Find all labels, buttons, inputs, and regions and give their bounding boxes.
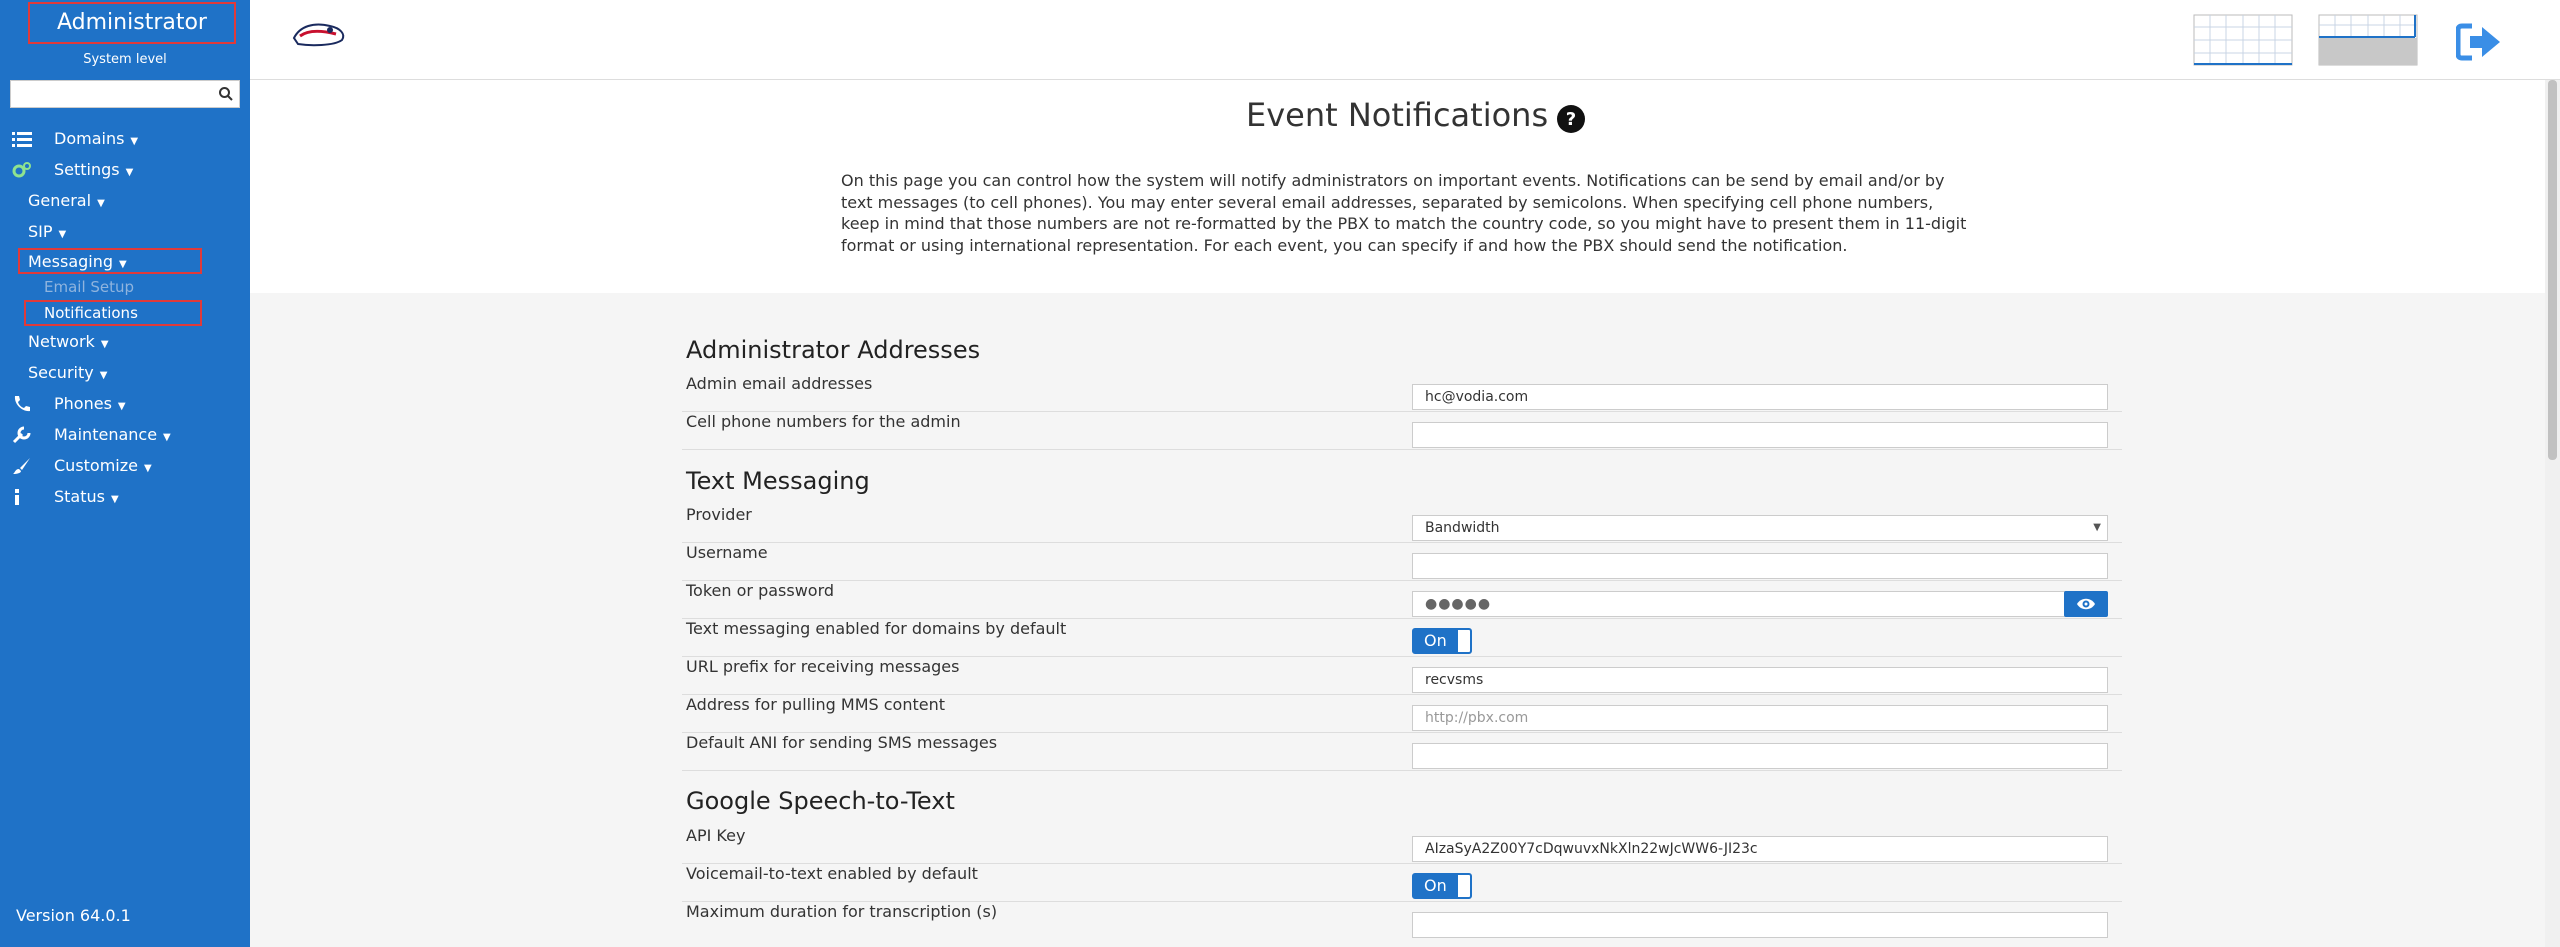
sidebar-item-customize[interactable]: Customize ▼	[0, 453, 250, 479]
page-description: On this page you can control how the sys…	[841, 171, 1967, 255]
token-input[interactable]: ●●●●●	[1412, 591, 2066, 617]
svg-text:?: ?	[1566, 109, 1576, 130]
provider-select[interactable]: Bandwidth ▼	[1412, 515, 2108, 541]
field-label: Token or password	[686, 581, 835, 600]
version-label: Version 64.0.1	[16, 906, 131, 925]
phone-icon	[14, 396, 30, 412]
gears-icon	[12, 162, 31, 178]
sidebar: Administrator System level Domains ▼ Sett…	[0, 0, 250, 947]
mms-address-row: Address for pulling MMS content http://p…	[682, 695, 2122, 733]
search-icon[interactable]	[218, 86, 234, 102]
section-title-speech: Google Speech-to-Text	[686, 787, 955, 815]
sidebar-item-label: Maintenance	[54, 425, 158, 444]
api-key-row: API Key AIzaSyA2Z00Y7cDqwuvxNkXln22wJcWW…	[682, 826, 2122, 864]
brush-icon	[13, 458, 30, 474]
eye-icon	[2077, 598, 2095, 610]
api-key-input[interactable]: AIzaSyA2Z00Y7cDqwuvxNkXln22wJcWW6-JI23c	[1412, 836, 2108, 862]
show-password-button[interactable]	[2064, 591, 2108, 617]
username-row: Username	[682, 543, 2122, 581]
vm-to-text-toggle[interactable]: On	[1412, 873, 1472, 899]
sidebar-item-maintenance[interactable]: Maintenance ▼	[0, 422, 250, 448]
mms-address-input[interactable]: http://pbx.com	[1412, 705, 2108, 731]
sidebar-item-email-setup[interactable]: Email Setup	[44, 278, 134, 296]
sidebar-item-label: Messaging	[28, 252, 114, 271]
page-header: Event Notifications ? On this page you c…	[250, 80, 2545, 293]
page-scrollbar[interactable]	[2545, 80, 2560, 947]
sidebar-item-sip[interactable]: SIP ▼	[28, 219, 66, 248]
field-label: Voicemail-to-text enabled by default	[686, 864, 978, 883]
info-icon	[15, 489, 19, 505]
sidebar-item-label: Network	[28, 332, 95, 351]
section-title-admin: Administrator Addresses	[686, 336, 981, 364]
max-duration-input[interactable]	[1412, 912, 2108, 938]
sidebar-item-messaging[interactable]: Messaging ▼	[28, 249, 127, 278]
sidebar-item-phones[interactable]: Phones ▼	[0, 391, 250, 417]
field-label: Address for pulling MMS content	[686, 695, 946, 714]
system-level-label: System level	[83, 52, 167, 67]
field-label: Username	[686, 543, 768, 562]
admin-cell-row: Cell phone numbers for the admin	[682, 412, 2122, 450]
admin-title[interactable]: Administrator	[28, 2, 236, 44]
vm-to-text-row: Voicemail-to-text enabled by default On	[682, 864, 2122, 902]
sidebar-item-label: General	[28, 191, 92, 210]
list-icon	[12, 132, 32, 147]
field-label: Admin email addresses	[686, 374, 873, 393]
sidebar-item-label: Status	[54, 487, 105, 506]
field-label: Maximum duration for transcription (s)	[686, 902, 998, 921]
layout-grid-icon[interactable]	[2193, 14, 2293, 66]
sidebar-item-label: Domains	[54, 129, 125, 148]
field-label: URL prefix for receiving messages	[686, 657, 960, 676]
top-bar	[250, 0, 2560, 80]
search-input[interactable]	[11, 81, 211, 107]
sidebar-item-general[interactable]: General ▼	[28, 188, 105, 217]
sidebar-item-label: Customize	[54, 456, 138, 475]
sidebar-search	[10, 80, 240, 108]
sidebar-item-domains[interactable]: Domains ▼	[0, 126, 250, 152]
sidebar-item-settings[interactable]: Settings ▼	[0, 157, 250, 183]
default-ani-input[interactable]	[1412, 743, 2108, 769]
patriots-logo[interactable]	[290, 18, 348, 50]
text-enabled-toggle[interactable]: On	[1412, 628, 1472, 654]
sidebar-item-label: Phones	[54, 394, 112, 413]
sidebar-item-label: SIP	[28, 222, 53, 241]
help-icon[interactable]: ?	[1556, 104, 1586, 134]
toggle-on-label: On	[1414, 630, 1458, 652]
layout-panel-icon[interactable]	[2318, 14, 2418, 66]
username-input[interactable]	[1412, 553, 2108, 579]
admin-email-row: Admin email addresses hc@vodia.com	[682, 374, 2122, 412]
url-prefix-input[interactable]: recvsms	[1412, 667, 2108, 693]
sidebar-item-status[interactable]: Status ▼	[0, 484, 250, 510]
token-row: Token or password ●●●●●	[682, 581, 2122, 619]
page-title: Event Notifications	[1246, 96, 1549, 134]
admin-cell-input[interactable]	[1412, 422, 2108, 448]
field-label: Default ANI for sending SMS messages	[686, 733, 998, 752]
provider-value: Bandwidth	[1425, 520, 1500, 536]
field-label: Text messaging enabled for domains by de…	[686, 619, 1067, 638]
scroll-thumb[interactable]	[2548, 80, 2557, 460]
provider-row: Provider Bandwidth ▼	[682, 505, 2122, 543]
toggle-on-label: On	[1414, 875, 1458, 897]
field-label: Provider	[686, 505, 752, 524]
sidebar-item-label: Security	[28, 363, 94, 382]
default-ani-row: Default ANI for sending SMS messages	[682, 733, 2122, 771]
chevron-down-icon: ▼	[2093, 522, 2101, 533]
wrench-icon	[12, 426, 31, 444]
sidebar-item-network[interactable]: Network ▼	[28, 329, 109, 358]
field-label: API Key	[686, 826, 746, 845]
admin-email-input[interactable]: hc@vodia.com	[1412, 384, 2108, 410]
section-title-text: Text Messaging	[686, 467, 870, 495]
max-duration-row: Maximum duration for transcription (s)	[682, 902, 2122, 940]
text-enabled-row: Text messaging enabled for domains by de…	[682, 619, 2122, 657]
logout-icon[interactable]	[2456, 22, 2502, 62]
field-label: Cell phone numbers for the admin	[686, 412, 961, 431]
sidebar-item-label: Settings	[54, 160, 120, 179]
sidebar-item-notifications[interactable]: Notifications	[24, 300, 202, 326]
url-prefix-row: URL prefix for receiving messages recvsm…	[682, 657, 2122, 695]
sidebar-item-security[interactable]: Security ▼	[28, 360, 107, 389]
